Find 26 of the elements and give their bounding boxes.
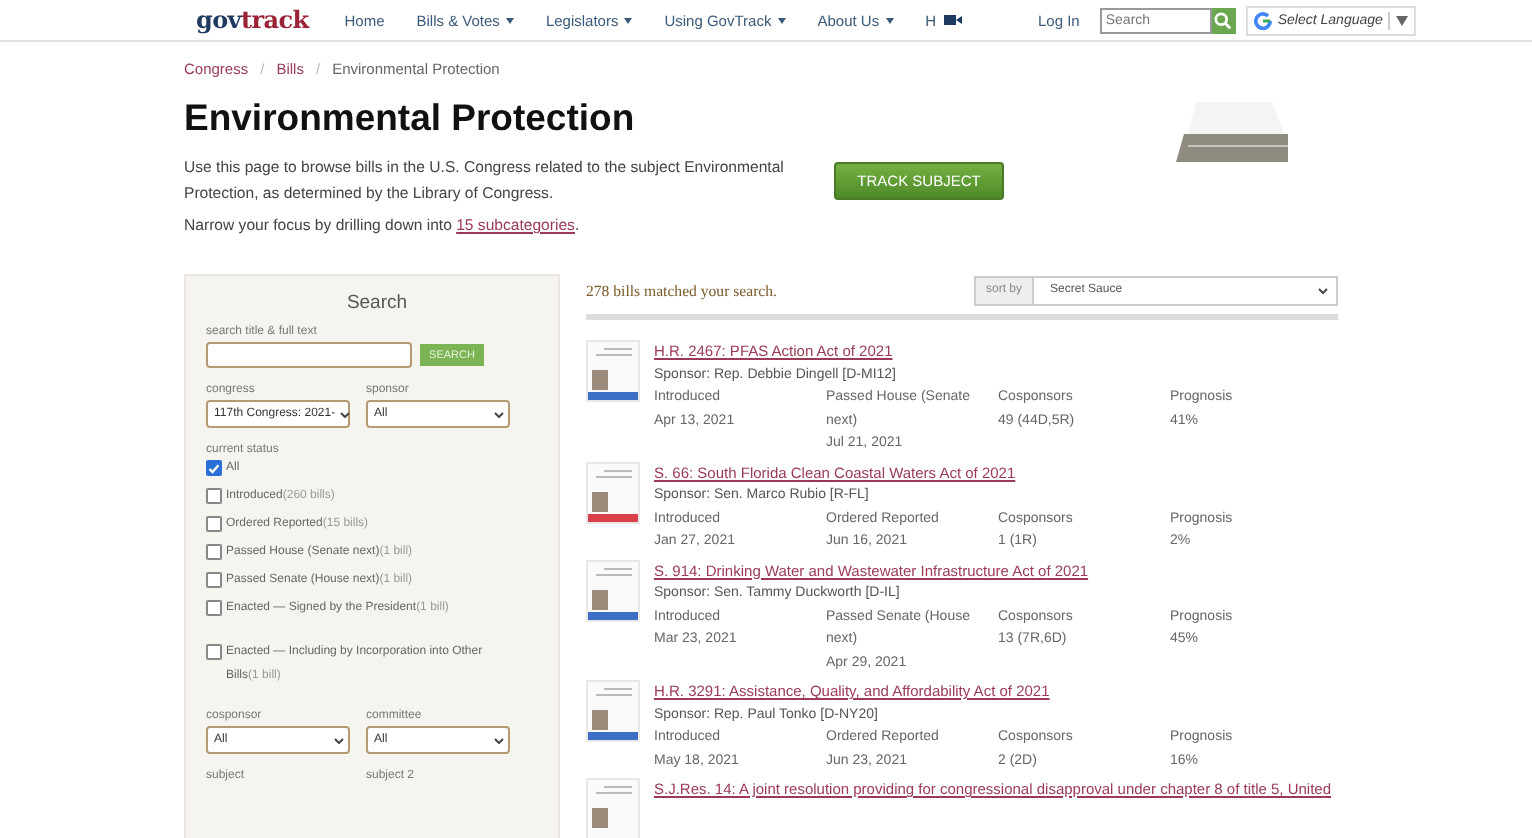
search-icon — [1214, 11, 1233, 29]
chevron-down-icon — [494, 737, 504, 743]
video-camera-icon — [944, 14, 962, 26]
checkbox[interactable] — [206, 544, 222, 560]
chevron-down-icon — [494, 411, 504, 417]
panel-heading: Search — [344, 292, 410, 314]
bill-thumbnail — [586, 680, 640, 742]
chevron-down-icon — [334, 737, 344, 743]
checkbox[interactable] — [206, 572, 222, 588]
checkbox[interactable] — [206, 516, 222, 532]
logo[interactable]: govtrack — [196, 6, 309, 34]
bill-thumbnail — [586, 559, 640, 621]
search-text-field[interactable] — [206, 342, 412, 368]
page-title: Environmental Protection — [184, 96, 637, 140]
bill-thumbnail — [586, 340, 640, 402]
search-button[interactable] — [1211, 7, 1236, 33]
dropdown-arrow-icon — [1396, 15, 1409, 25]
bill-thumbnail — [586, 778, 640, 838]
g-logo-icon — [1253, 11, 1272, 29]
checkbox[interactable] — [206, 600, 222, 616]
chevron-down-icon — [1318, 287, 1328, 293]
checkbox[interactable] — [206, 488, 222, 504]
chevron-down-icon — [339, 411, 350, 417]
checkbox[interactable] — [206, 644, 222, 660]
bill-thumbnail — [586, 461, 640, 523]
checkbox[interactable] — [206, 460, 222, 476]
